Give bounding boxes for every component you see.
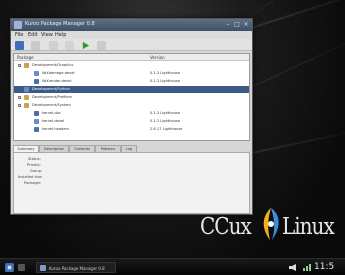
distro-logo: CCux Linux (200, 206, 345, 244)
minimize-icon[interactable]: – (224, 21, 232, 29)
logo-swirl-icon (263, 208, 279, 240)
desktop: Kuroo Package Manager 0.8 – □ × File Edi… (0, 0, 345, 275)
detail-installed-size: Installed size: (18, 175, 43, 179)
column-package[interactable]: Package (17, 55, 34, 60)
close-icon[interactable]: × (242, 21, 250, 29)
tree-row[interactable]: kernel-devel 0.1.2 Lighthouse (14, 118, 249, 125)
menu-edit[interactable]: Edit (28, 32, 38, 38)
package-name: Development/Profilers (32, 95, 72, 99)
package-icon (34, 119, 39, 124)
folder-icon (24, 63, 29, 68)
tree-row[interactable]: Development/Python (14, 86, 249, 93)
package-version: 0.1.2 Lighthouse (150, 79, 181, 83)
package-icon (34, 111, 39, 116)
taskbar: Kuroo Package Manager 0.8 11:5 (0, 258, 345, 275)
menu-help[interactable]: Help (55, 32, 66, 38)
window-title: Kuroo Package Manager 0.8 (25, 21, 95, 27)
package-version: 0.1.2 Lighthouse (150, 119, 181, 123)
menu-file[interactable]: File (15, 32, 23, 38)
package-version: 0.1.2 Lighthouse (150, 71, 181, 75)
detail-status: Status: (28, 157, 41, 161)
menu-bar: File Edit View Help (11, 31, 252, 39)
task-app-icon (40, 265, 46, 271)
package-name: kernel-headers (42, 127, 69, 131)
tree-row[interactable]: Development/Graphics (14, 62, 249, 69)
package-name: Development/System (32, 103, 71, 107)
tree-row[interactable]: Development/Profilers (14, 94, 249, 101)
tree-row[interactable]: kernel-doc 0.1.2 Lighthouse (14, 110, 249, 117)
package-icon (34, 79, 39, 84)
start-menu-icon[interactable] (5, 263, 14, 272)
package-name: kernel-devel (42, 119, 65, 123)
package-name: libXdamage-devel (42, 71, 75, 75)
network-icon[interactable] (303, 264, 311, 271)
folder-icon (24, 95, 29, 100)
refresh-icon[interactable] (65, 41, 74, 50)
play-icon[interactable] (81, 41, 90, 50)
package-icon (34, 127, 39, 132)
expand-toggle-icon[interactable] (18, 104, 21, 107)
home-icon[interactable] (15, 41, 24, 50)
tree-row[interactable]: libXdamage-devel 0.1.2 Lighthouse (14, 70, 249, 77)
logo-text-right: Linux (282, 212, 335, 240)
logo-text-left: CCux (200, 212, 252, 240)
show-desktop-icon[interactable] (18, 264, 25, 271)
wrench-icon[interactable] (97, 41, 106, 50)
menu-view[interactable]: View (41, 32, 53, 38)
maximize-icon[interactable]: □ (233, 21, 241, 29)
column-version[interactable]: Version (150, 55, 165, 60)
clock[interactable]: 11:5 (314, 262, 334, 272)
app-icon (14, 21, 22, 29)
taskbar-window-button[interactable]: Kuroo Package Manager 0.8 (36, 262, 116, 273)
detail-packager: Packager: (24, 181, 42, 185)
package-version: 2.6.17 Lighthouse (150, 127, 183, 131)
package-icon (24, 87, 29, 92)
tree-header: Package Version (14, 54, 249, 61)
leaf-icon[interactable] (31, 41, 40, 50)
tree-row[interactable]: libXrender-devel 0.1.2 Lighthouse (14, 78, 249, 85)
package-version: 0.1.2 Lighthouse (150, 111, 181, 115)
tree-row[interactable]: Development/System (14, 102, 249, 109)
folder-icon (24, 103, 29, 108)
package-name: Development/Graphics (32, 63, 74, 67)
package-name: kernel-doc (42, 111, 61, 115)
volume-icon[interactable] (289, 264, 301, 271)
window-titlebar[interactable]: Kuroo Package Manager 0.8 – □ × (11, 19, 252, 31)
tree-row[interactable]: kernel-headers 2.6.17 Lighthouse (14, 126, 249, 133)
package-manager-window: Kuroo Package Manager 0.8 – □ × File Edi… (10, 18, 253, 215)
package-icon (34, 71, 39, 76)
package-tree: Package Version Development/Graphics libX… (13, 53, 250, 141)
detail-group: Group: (30, 169, 43, 173)
toolbar (11, 39, 252, 51)
filter-icon[interactable] (49, 41, 58, 50)
task-label: Kuroo Package Manager 0.8 (49, 266, 105, 271)
details-panel: Status: Priority: Group: Installed size:… (13, 152, 250, 214)
expand-toggle-icon[interactable] (18, 64, 21, 67)
detail-priority: Priority: (27, 163, 41, 167)
package-name: Development/Python (32, 87, 70, 91)
expand-toggle-icon[interactable] (18, 96, 21, 99)
package-name: libXrender-devel (42, 79, 72, 83)
